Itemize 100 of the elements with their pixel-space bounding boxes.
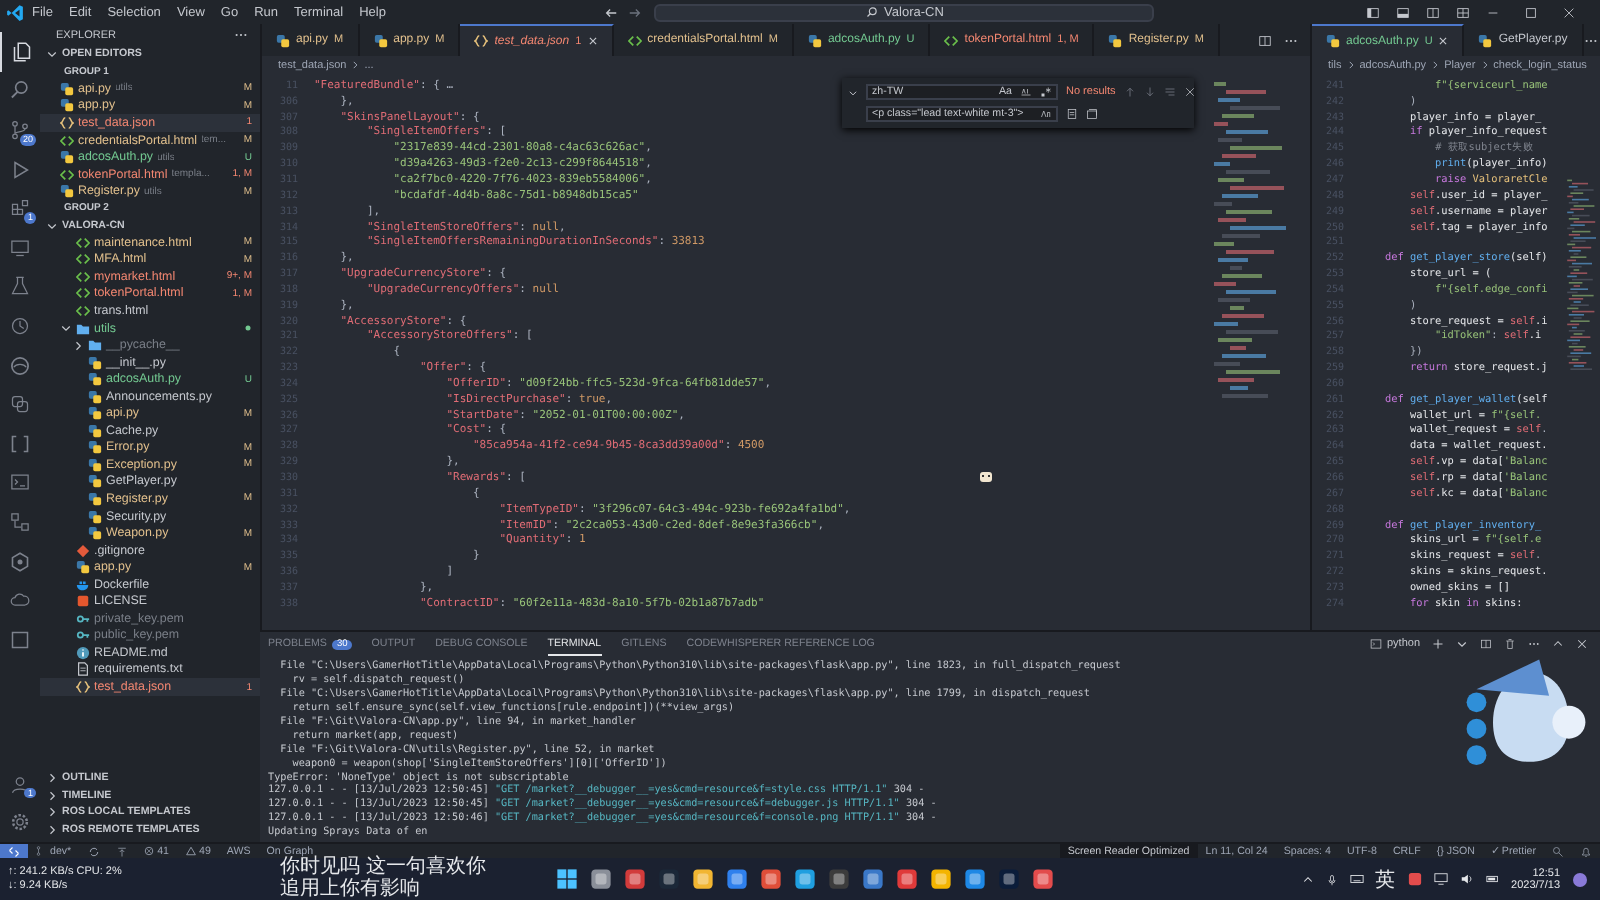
file-icon xyxy=(474,34,489,48)
chevron-icon[interactable] xyxy=(1456,638,1468,650)
play-icon[interactable] xyxy=(10,159,30,180)
file-icon xyxy=(807,33,822,47)
file-icon xyxy=(944,33,959,47)
app-icon[interactable] xyxy=(964,868,986,890)
whole-word-icon[interactable] xyxy=(1020,86,1032,98)
error-icon xyxy=(143,846,154,856)
app-icon[interactable] xyxy=(794,868,816,890)
warning-icon xyxy=(185,846,196,856)
clock-icon[interactable] xyxy=(10,315,30,336)
chevron-icon[interactable] xyxy=(848,87,858,97)
app-icon[interactable] xyxy=(1032,868,1054,890)
app-icon[interactable] xyxy=(862,868,884,890)
file-icon xyxy=(627,33,642,47)
speaker-icon[interactable] xyxy=(1459,872,1474,886)
hexagon-icon[interactable] xyxy=(10,551,30,572)
caret-up-icon[interactable] xyxy=(1301,873,1314,885)
chevron-icon xyxy=(1345,60,1356,70)
python-icon[interactable] xyxy=(10,394,30,415)
marquee-text: 追用上你有影响 xyxy=(280,880,422,900)
chevron-icon[interactable] xyxy=(46,219,58,232)
pet-sprite-drawing xyxy=(978,468,994,484)
close-icon[interactable] xyxy=(1183,86,1196,98)
close-icon[interactable] xyxy=(587,36,598,46)
replace-icon[interactable] xyxy=(1066,108,1078,120)
grid-layout-icon[interactable] xyxy=(1456,5,1470,19)
terminal-icon[interactable] xyxy=(10,472,30,493)
app-logo-icon xyxy=(6,3,24,21)
chevron-icon[interactable] xyxy=(60,322,72,335)
keyboard-icon[interactable] xyxy=(1349,872,1364,886)
app-icon[interactable] xyxy=(624,868,646,890)
app-icon[interactable] xyxy=(896,868,918,890)
app-icon[interactable] xyxy=(692,868,714,890)
settings-icon[interactable] xyxy=(10,812,30,833)
maximize-icon[interactable] xyxy=(1524,5,1538,19)
notification-icon[interactable] xyxy=(1572,871,1588,887)
chevron-icon[interactable] xyxy=(46,823,58,836)
marquee-text: 你时见吗 这一句喜欢你 xyxy=(280,858,488,878)
file-icon xyxy=(1326,34,1340,48)
file-icon xyxy=(1108,33,1123,47)
chevron-icon[interactable] xyxy=(46,789,58,802)
flask-icon[interactable] xyxy=(10,276,30,297)
chevron-icon[interactable] xyxy=(46,806,58,819)
status-dot-icon xyxy=(244,324,252,333)
bell-icon[interactable] xyxy=(1580,845,1592,857)
search-icon[interactable] xyxy=(10,80,30,101)
input-method-indicator[interactable]: 英 xyxy=(1375,865,1396,893)
sidebar-layout-icon[interactable] xyxy=(1366,5,1380,19)
square-icon[interactable] xyxy=(10,629,30,650)
chevron-icon[interactable] xyxy=(46,48,58,61)
branch-icon[interactable] xyxy=(10,119,30,140)
monitor-icon[interactable] xyxy=(10,237,30,258)
brackets-icon[interactable] xyxy=(10,433,30,454)
globe-icon[interactable] xyxy=(10,355,30,376)
regex-icon[interactable] xyxy=(1040,86,1052,98)
start-icon[interactable] xyxy=(556,868,578,890)
split-layout-icon[interactable] xyxy=(1426,5,1440,19)
cloud-upload-icon[interactable] xyxy=(115,845,128,857)
split-editor-icon[interactable] xyxy=(1258,33,1272,47)
caret-up-icon[interactable] xyxy=(1552,638,1564,650)
app-icon[interactable] xyxy=(930,868,952,890)
preserve-case-icon[interactable] xyxy=(1040,108,1052,120)
nodes-icon[interactable] xyxy=(10,511,30,532)
trash-icon[interactable] xyxy=(1504,638,1516,650)
replace-all-icon[interactable] xyxy=(1086,108,1098,120)
terminal-icon xyxy=(1370,638,1383,650)
split-terminal-icon[interactable] xyxy=(1480,638,1492,650)
account-icon[interactable] xyxy=(10,773,30,794)
file-icon xyxy=(76,680,90,694)
blocks-icon[interactable] xyxy=(10,198,30,219)
close-icon[interactable] xyxy=(1576,638,1588,650)
sync-icon[interactable] xyxy=(87,845,100,857)
chevron-icon xyxy=(350,60,361,70)
file-icon xyxy=(60,133,74,147)
remote-icon[interactable] xyxy=(8,845,20,857)
chevron-icon[interactable] xyxy=(72,339,84,352)
back-arrow-icon[interactable] xyxy=(604,5,619,19)
file-icon xyxy=(76,662,90,677)
info-icon xyxy=(76,645,90,660)
close-icon[interactable] xyxy=(1562,5,1576,19)
app-icon[interactable] xyxy=(726,868,748,890)
monitor-icon[interactable] xyxy=(1433,872,1448,886)
forward-arrow-icon[interactable] xyxy=(628,5,643,19)
plus-icon[interactable] xyxy=(1432,638,1444,650)
chevron-icon xyxy=(1479,60,1490,70)
search-icon xyxy=(866,6,879,18)
close-icon[interactable] xyxy=(1438,36,1449,46)
battery-icon[interactable] xyxy=(1485,872,1500,886)
file-icon xyxy=(373,33,388,47)
microphone-icon[interactable] xyxy=(1325,873,1338,885)
app-icon[interactable] xyxy=(590,868,612,890)
feedback-icon[interactable] xyxy=(1552,845,1564,857)
chevron-icon[interactable] xyxy=(46,772,58,785)
files-icon[interactable] xyxy=(11,41,31,62)
cloud-icon[interactable] xyxy=(10,590,30,611)
app-icon[interactable] xyxy=(760,868,782,890)
chevron-icon xyxy=(1430,60,1441,70)
panel-layout-icon[interactable] xyxy=(1396,5,1410,19)
branch-icon xyxy=(36,846,46,856)
